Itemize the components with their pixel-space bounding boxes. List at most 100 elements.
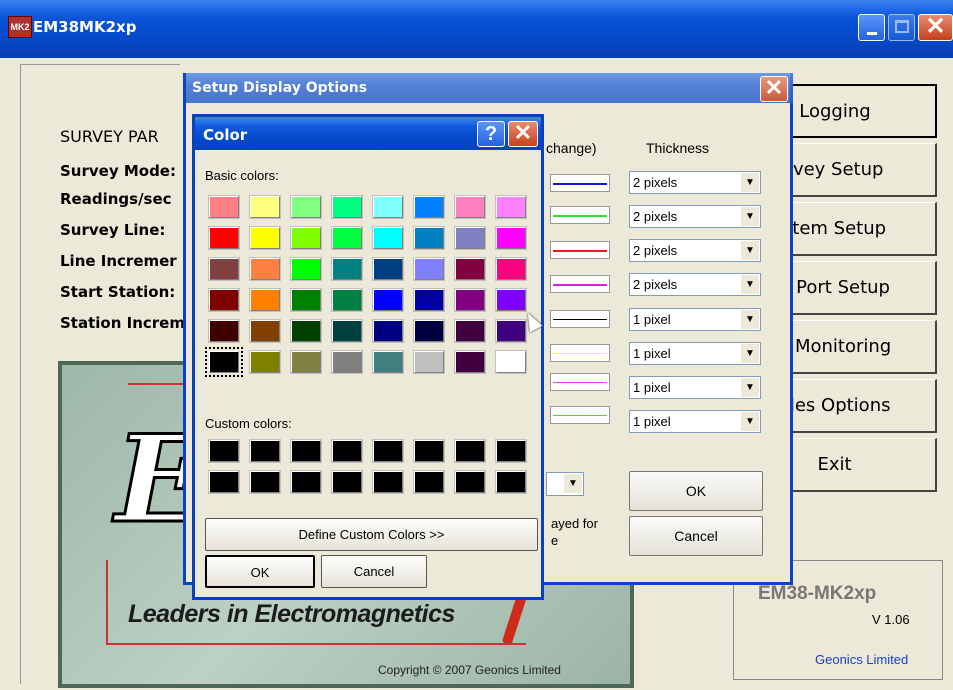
color-swatch[interactable] [495,350,527,374]
color-dialog-close-button[interactable]: ✕ [508,121,538,147]
color-swatch[interactable] [413,319,445,343]
color-swatch[interactable] [372,319,404,343]
color-swatch[interactable] [372,226,404,250]
color-swatch[interactable] [495,439,527,463]
color-swatch[interactable] [372,470,404,494]
color-swatch[interactable] [205,347,243,377]
thickness-select[interactable]: 2 pixels ▼ [629,239,761,262]
color-swatch[interactable] [249,195,281,219]
logo-copyright: Copyright © 2007 Geonics Limited [378,663,561,677]
line-color-sample[interactable] [550,373,610,391]
thickness-select[interactable]: 1 pixel ▼ [629,342,761,365]
color-swatch[interactable] [249,439,281,463]
thickness-select[interactable]: 2 pixels ▼ [629,205,761,228]
color-swatch[interactable] [454,288,486,312]
color-swatch[interactable] [249,288,281,312]
help-button[interactable]: ? [477,121,505,147]
color-swatch[interactable] [208,195,240,219]
color-swatch[interactable] [290,195,322,219]
color-swatch[interactable] [413,350,445,374]
line-color-sample[interactable] [550,406,610,424]
dropdown-select[interactable]: ▼ [546,472,584,496]
color-swatch[interactable] [208,439,240,463]
survey-label: Station Increm [60,314,185,332]
color-swatch[interactable] [290,288,322,312]
color-swatch[interactable] [454,257,486,281]
close-button[interactable]: ✕ [918,14,953,41]
color-swatch[interactable] [331,288,363,312]
color-swatch[interactable] [249,319,281,343]
color-swatch[interactable] [290,226,322,250]
dialog-close-button[interactable]: ✕ [760,76,788,102]
thickness-select[interactable]: 1 pixel ▼ [629,410,761,433]
survey-label: Survey Mode: [60,162,176,180]
line-color-sample[interactable] [550,206,610,224]
color-swatch[interactable] [290,257,322,281]
color-swatch[interactable] [249,470,281,494]
color-swatch[interactable] [454,470,486,494]
color-swatch[interactable] [413,226,445,250]
system-setup-label: stem Setup [782,218,887,239]
setup-ok-button[interactable]: OK [629,471,763,511]
line-color-sample[interactable] [550,344,610,362]
define-custom-colors-button[interactable]: Define Custom Colors >> [205,518,538,551]
color-swatch[interactable] [331,226,363,250]
thickness-select[interactable]: 2 pixels ▼ [629,171,761,194]
color-swatch[interactable] [290,439,322,463]
color-swatch[interactable] [454,319,486,343]
line-color-sample[interactable] [550,310,610,328]
color-swatch[interactable] [495,319,527,343]
color-swatch[interactable] [495,470,527,494]
color-swatch[interactable] [208,226,240,250]
color-swatch[interactable] [372,257,404,281]
color-swatch[interactable] [454,195,486,219]
color-swatch[interactable] [331,319,363,343]
minimize-button[interactable] [858,14,885,41]
color-swatch[interactable] [208,319,240,343]
line-color-sample[interactable] [550,275,610,293]
color-swatch[interactable] [208,470,240,494]
color-swatch[interactable] [290,319,322,343]
color-ok-button[interactable]: OK [205,555,315,588]
color-swatch[interactable] [290,350,322,374]
thickness-select[interactable]: 2 pixels ▼ [629,273,761,296]
color-swatch[interactable] [413,195,445,219]
color-swatch[interactable] [290,470,322,494]
color-swatch[interactable] [331,195,363,219]
color-swatch[interactable] [495,288,527,312]
color-swatch[interactable] [249,226,281,250]
line-color-sample[interactable] [550,241,610,259]
color-swatch[interactable] [249,350,281,374]
dialog-title-bar[interactable]: Setup Display Options ✕ [186,73,793,103]
color-swatch[interactable] [495,195,527,219]
color-swatch[interactable] [372,288,404,312]
color-swatch[interactable] [331,257,363,281]
color-swatch[interactable] [413,288,445,312]
color-swatch[interactable] [454,226,486,250]
color-swatch[interactable] [249,257,281,281]
color-swatch[interactable] [413,257,445,281]
color-swatch[interactable] [208,288,240,312]
line-color-sample[interactable] [550,174,610,192]
version-number: V 1.06 [872,612,910,627]
dropdown-arrow-icon: ▼ [741,344,759,363]
color-swatch[interactable] [372,350,404,374]
color-swatch[interactable] [331,470,363,494]
color-swatch[interactable] [372,195,404,219]
title-bar[interactable]: MK2 EM38MK2xp ✕ [0,0,953,58]
color-swatch[interactable] [495,257,527,281]
color-swatch[interactable] [208,257,240,281]
color-cancel-button[interactable]: Cancel [321,555,427,588]
thickness-select[interactable]: 1 pixel ▼ [629,308,761,331]
setup-cancel-button[interactable]: Cancel [629,516,763,556]
thickness-select[interactable]: 1 pixel ▼ [629,376,761,399]
color-swatch[interactable] [372,439,404,463]
color-swatch[interactable] [495,226,527,250]
color-swatch[interactable] [413,439,445,463]
color-swatch[interactable] [331,350,363,374]
color-swatch[interactable] [454,350,486,374]
color-swatch[interactable] [413,470,445,494]
color-swatch[interactable] [331,439,363,463]
color-swatch[interactable] [454,439,486,463]
color-dialog-title-bar[interactable]: Color ? ✕ [195,117,541,150]
